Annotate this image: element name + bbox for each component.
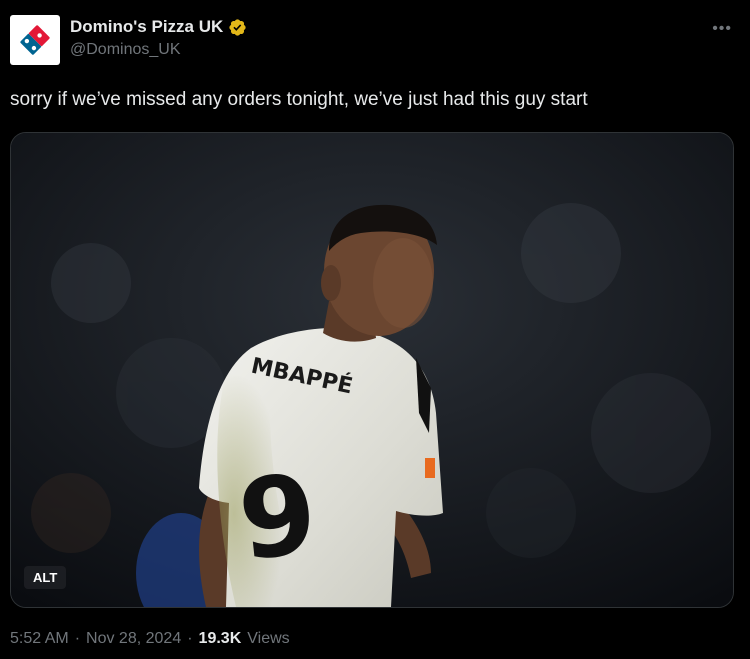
tweet-photo[interactable]: 9 MBAPPÉ [10, 132, 734, 608]
dominos-logo-icon [18, 23, 52, 57]
tweet-time[interactable]: 5:52 AM [10, 630, 69, 648]
meta-separator: · [187, 630, 193, 647]
tweet-text: sorry if we’ve missed any orders tonight… [10, 89, 588, 110]
meta-separator: · [74, 630, 81, 647]
photo-illustration: 9 MBAPPÉ [11, 133, 733, 607]
display-name[interactable]: Domino's Pizza UK [70, 17, 247, 37]
alt-badge[interactable]: ALT [24, 566, 67, 589]
more-icon[interactable]: ••• [712, 20, 732, 38]
views-count[interactable]: 19.3K [199, 630, 242, 648]
handle[interactable]: @Dominos_UK [70, 41, 247, 59]
tweet-date[interactable]: Nov 28, 2024 [86, 630, 181, 648]
tweet-meta: 5:52 AM · Nov 28, 2024 · 19.3K Views [10, 630, 290, 648]
views-label: Views [247, 630, 290, 647]
display-name-text[interactable]: Domino's Pizza UK [70, 17, 223, 37]
avatar[interactable] [10, 15, 60, 65]
jersey-number: 9 [233, 450, 323, 585]
author-block: Domino's Pizza UK @Dominos_UK [70, 17, 247, 59]
verified-badge-icon [229, 18, 246, 36]
